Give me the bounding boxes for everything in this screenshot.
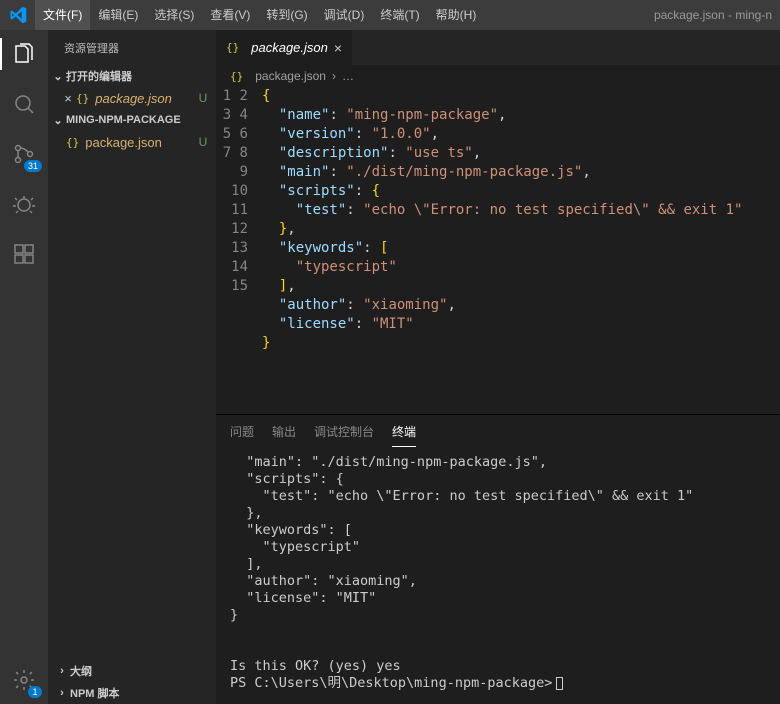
menu-debug[interactable]: 调试(D) <box>316 0 373 30</box>
terminal[interactable]: "main": "./dist/ming-npm-package.js", "s… <box>216 448 780 704</box>
window-title: package.json - ming-n <box>484 8 780 22</box>
sidebar-title: 资源管理器 <box>48 30 216 65</box>
scm-badge: 31 <box>24 160 42 172</box>
chevron-down-icon: ⌄ <box>50 70 66 83</box>
source-control-icon[interactable]: 31 <box>0 138 48 170</box>
tab-filename: package.json <box>251 40 328 55</box>
vscode-logo-icon <box>0 6 35 24</box>
project-section[interactable]: ⌄ MING-NPM-PACKAGE <box>48 109 216 131</box>
menu-help[interactable]: 帮助(H) <box>428 0 485 30</box>
chevron-right-icon: › <box>54 665 70 677</box>
breadcrumb-file: package.json <box>255 69 326 83</box>
activity-bar: 31 1 <box>0 30 48 704</box>
code-content[interactable]: { "name": "ming-npm-package", "version":… <box>262 87 780 414</box>
json-file-icon: {} <box>76 92 89 105</box>
settings-gear-icon[interactable]: 1 <box>0 664 48 696</box>
file-tree-filename: package.json <box>85 135 162 150</box>
open-editor-item[interactable]: × {} package.json U <box>48 87 216 109</box>
npm-scripts-section[interactable]: › NPM 脚本 <box>48 682 216 704</box>
menu-terminal[interactable]: 终端(T) <box>372 0 427 30</box>
editor-tab[interactable]: {} package.json × <box>216 30 353 65</box>
settings-badge: 1 <box>28 686 42 698</box>
breadcrumb-more: … <box>342 69 354 83</box>
close-icon[interactable]: × <box>60 91 76 106</box>
title-bar: 文件(F) 编辑(E) 选择(S) 查看(V) 转到(G) 调试(D) 终端(T… <box>0 0 780 30</box>
extensions-icon[interactable] <box>0 238 48 270</box>
outline-section[interactable]: › 大纲 <box>48 660 216 682</box>
panel-tab-output[interactable]: 输出 <box>272 417 296 446</box>
terminal-cursor <box>556 677 563 690</box>
bottom-panel: 问题 输出 调试控制台 终端 "main": "./dist/ming-npm-… <box>216 414 780 704</box>
menu-bar: 文件(F) 编辑(E) 选择(S) 查看(V) 转到(G) 调试(D) 终端(T… <box>35 0 484 30</box>
menu-edit[interactable]: 编辑(E) <box>90 0 146 30</box>
file-tree-item[interactable]: {} package.json U <box>48 131 216 153</box>
chevron-right-icon: › <box>332 69 336 83</box>
json-file-icon: {} <box>230 70 243 83</box>
git-status: U <box>196 135 216 149</box>
editor-area: {} package.json × {} package.json › … 1 … <box>216 30 780 704</box>
menu-view[interactable]: 查看(V) <box>202 0 258 30</box>
chevron-down-icon: ⌄ <box>50 114 66 127</box>
open-editors-section[interactable]: ⌄ 打开的编辑器 <box>48 65 216 87</box>
json-file-icon: {} <box>66 136 79 149</box>
breadcrumb[interactable]: {} package.json › … <box>216 65 780 87</box>
open-editors-label: 打开的编辑器 <box>66 68 132 84</box>
chevron-right-icon: › <box>54 687 70 699</box>
outline-label: 大纲 <box>70 663 92 679</box>
project-label: MING-NPM-PACKAGE <box>66 114 181 126</box>
open-editor-filename: package.json <box>95 91 172 106</box>
json-file-icon: {} <box>226 41 239 54</box>
terminal-output: "main": "./dist/ming-npm-package.js", "s… <box>230 454 693 674</box>
menu-goto[interactable]: 转到(G) <box>258 0 315 30</box>
panel-tabs: 问题 输出 调试控制台 终端 <box>216 415 780 448</box>
search-icon[interactable] <box>0 88 48 120</box>
panel-tab-terminal[interactable]: 终端 <box>392 417 416 447</box>
panel-tab-problems[interactable]: 问题 <box>230 417 254 446</box>
sidebar: 资源管理器 ⌄ 打开的编辑器 × {} package.json U ⌄ MIN… <box>48 30 216 704</box>
explorer-icon[interactable] <box>0 38 48 70</box>
git-status: U <box>196 91 216 105</box>
menu-file[interactable]: 文件(F) <box>35 0 90 30</box>
menu-select[interactable]: 选择(S) <box>146 0 202 30</box>
code-editor[interactable]: 1 2 3 4 5 6 7 8 9 10 11 12 13 14 15 { "n… <box>216 87 780 414</box>
panel-tab-debug-console[interactable]: 调试控制台 <box>314 417 374 446</box>
editor-tabs: {} package.json × <box>216 30 780 65</box>
line-numbers: 1 2 3 4 5 6 7 8 9 10 11 12 13 14 15 <box>216 87 262 414</box>
npm-scripts-label: NPM 脚本 <box>70 685 120 701</box>
debug-icon[interactable] <box>0 188 48 220</box>
terminal-prompt: PS C:\Users\明\Desktop\ming-npm-package> <box>230 675 552 691</box>
close-icon[interactable]: × <box>334 40 342 56</box>
